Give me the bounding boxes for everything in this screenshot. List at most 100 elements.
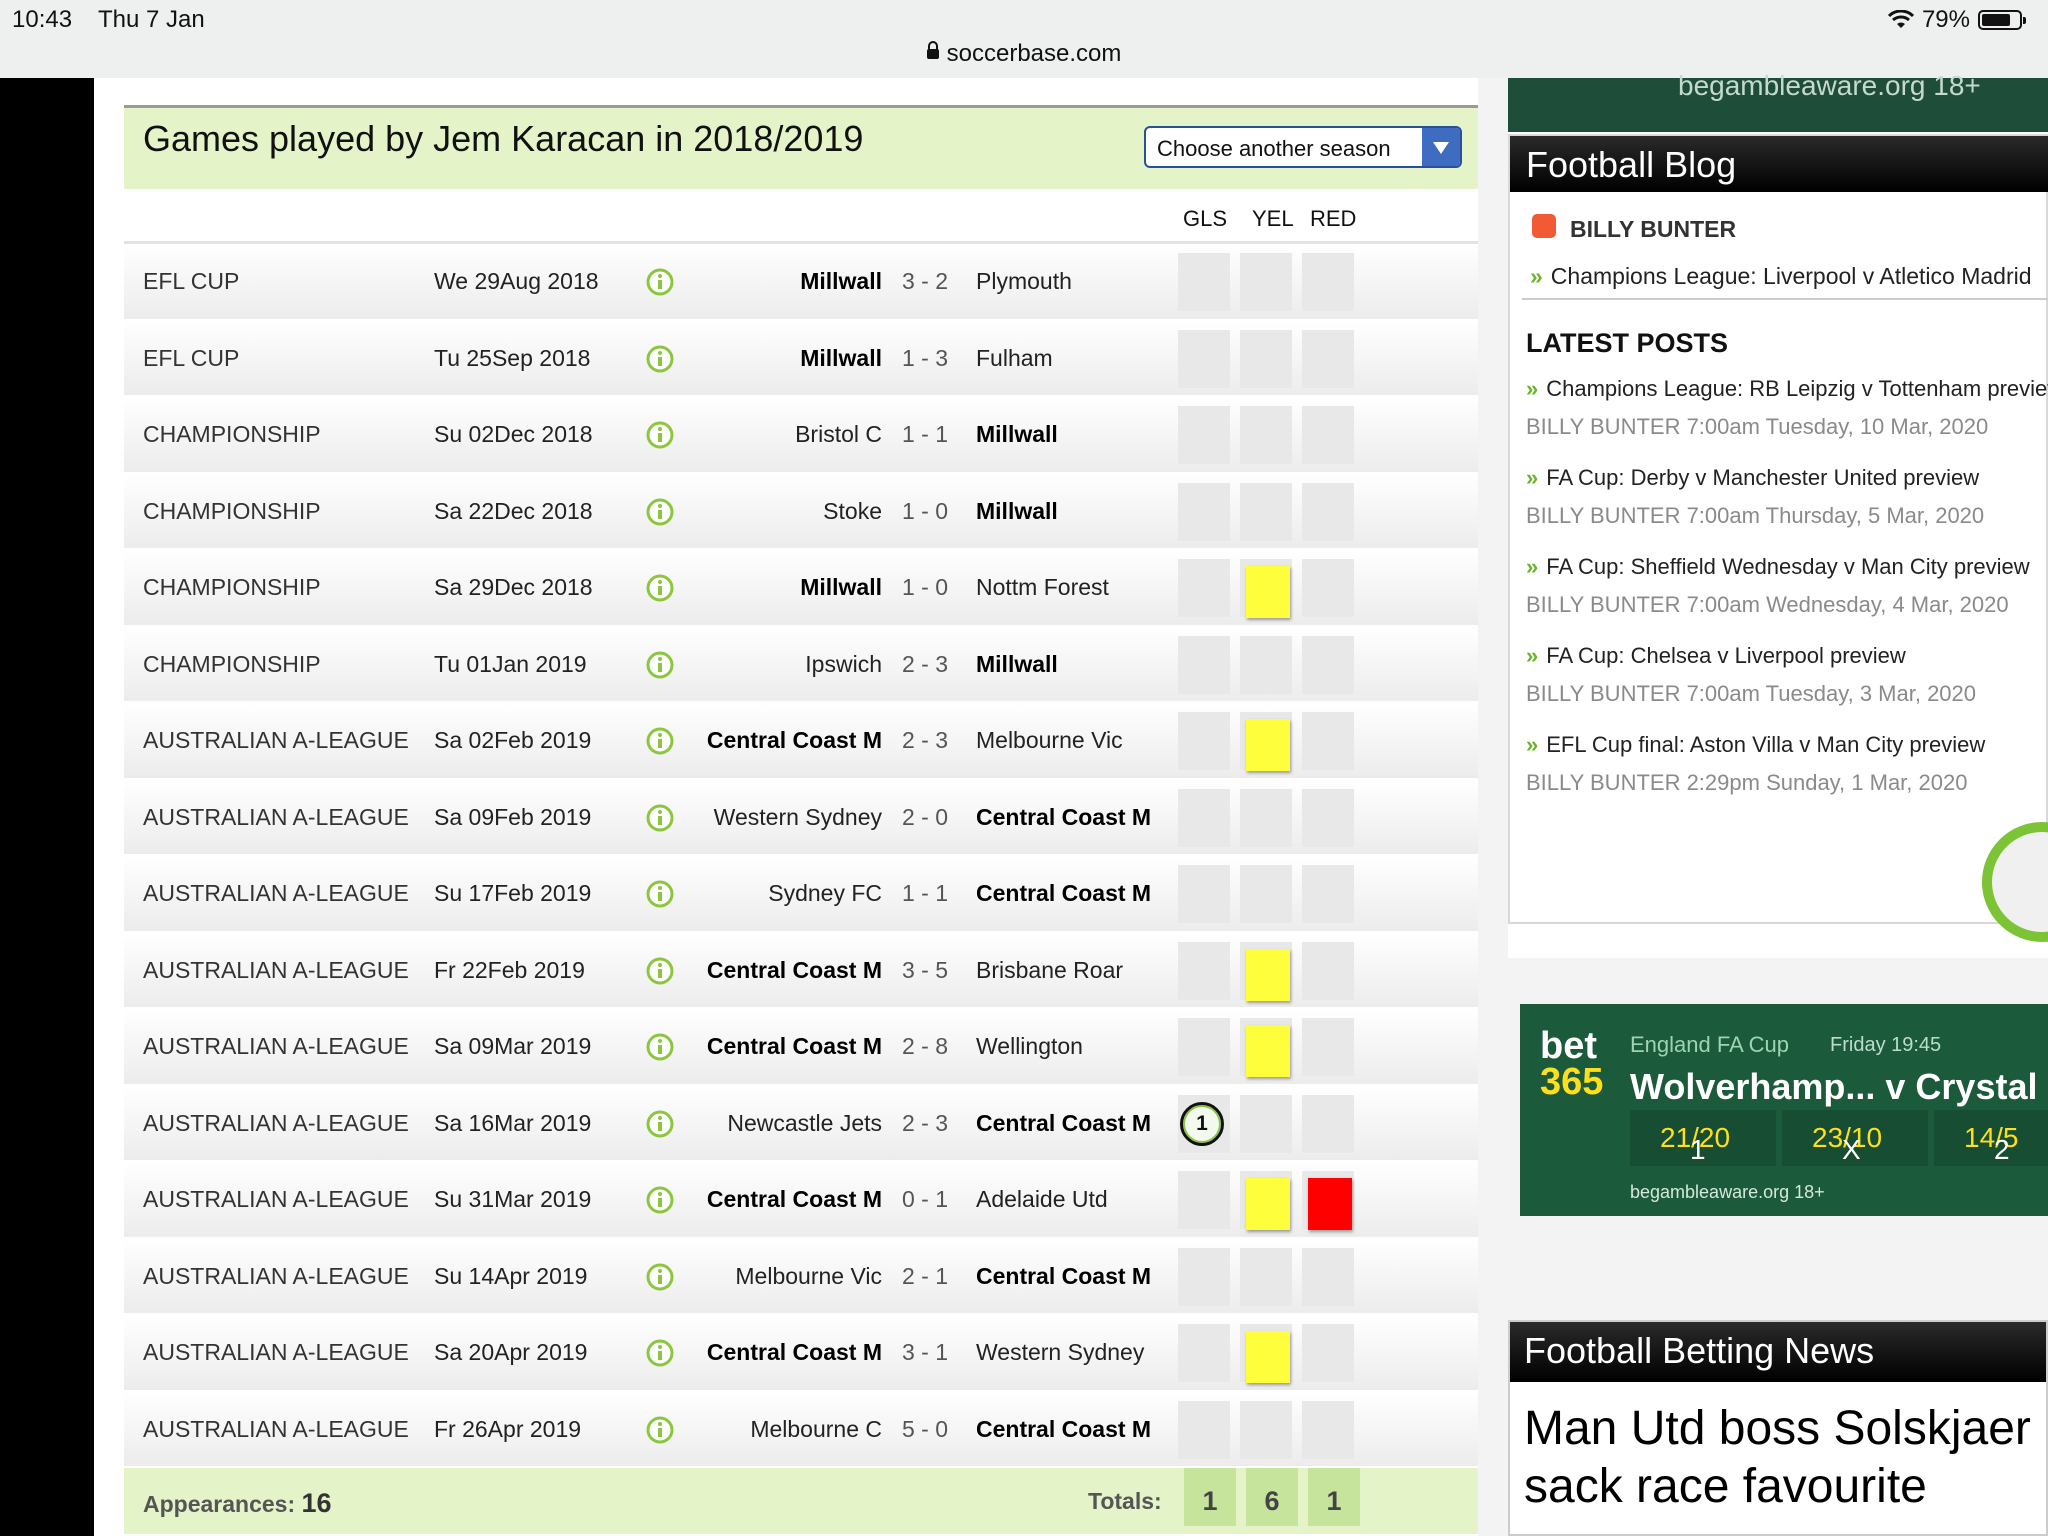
away-team[interactable]: Wellington: [976, 1033, 1083, 1060]
info-icon[interactable]: [645, 879, 675, 909]
total-red: 1: [1308, 1468, 1360, 1526]
table-row: AUSTRALIAN A-LEAGUE Sa 02Feb 2019 Central …: [124, 703, 1478, 780]
score[interactable]: 2 - 1: [902, 1263, 948, 1290]
score[interactable]: 2 - 3: [902, 1110, 948, 1137]
bet365-ad[interactable]: bet 365 England FA Cup Friday 19:45 Wolve…: [1520, 1004, 2048, 1216]
goals-cell: [1178, 1400, 1230, 1459]
info-icon[interactable]: [645, 573, 675, 603]
odds-draw-button[interactable]: X 23/10: [1782, 1110, 1928, 1166]
score[interactable]: 1 - 1: [902, 421, 948, 448]
away-team[interactable]: Plymouth: [976, 268, 1072, 295]
away-team[interactable]: Fulham: [976, 345, 1053, 372]
left-margin: [0, 78, 94, 1536]
home-team[interactable]: Millwall: [800, 574, 882, 601]
away-team[interactable]: Western Sydney: [976, 1339, 1144, 1366]
yellow-card-icon: [1246, 1331, 1290, 1383]
odds-away-button[interactable]: 2 14/5: [1934, 1110, 2048, 1166]
info-icon[interactable]: [645, 1415, 675, 1445]
rss-icon[interactable]: [1532, 214, 1556, 238]
yellow-cell: [1240, 1094, 1292, 1153]
score[interactable]: 3 - 2: [902, 268, 948, 295]
match-date: Sa 29Dec 2018: [434, 574, 593, 600]
home-team[interactable]: Melbourne Vic: [735, 1263, 882, 1290]
info-icon[interactable]: [645, 1109, 675, 1139]
match-date: Su 31Mar 2019: [434, 1186, 592, 1212]
away-team[interactable]: Millwall: [976, 651, 1058, 678]
yellow-cell: [1240, 1247, 1292, 1306]
info-icon[interactable]: [645, 344, 675, 374]
top-ad-banner[interactable]: begambleaware.org 18+: [1508, 70, 2048, 132]
home-team[interactable]: Ipswich: [805, 651, 882, 678]
news-headline-link[interactable]: Man Utd boss Solskjaer sack race favourit…: [1524, 1400, 2031, 1516]
info-icon[interactable]: [645, 1262, 675, 1292]
home-team[interactable]: Central Coast M: [707, 957, 882, 984]
score[interactable]: 1 - 1: [902, 880, 948, 907]
home-team[interactable]: Newcastle Jets: [727, 1110, 882, 1137]
home-team[interactable]: Central Coast M: [707, 1339, 882, 1366]
goals-cell: [1178, 865, 1230, 923]
latest-post-link[interactable]: » FA Cup: Derby v Manchester United previ…: [1526, 465, 1979, 491]
latest-post-link[interactable]: » EFL Cup final: Aston Villa v Man City p…: [1526, 732, 1985, 758]
home-team[interactable]: Bristol C: [795, 421, 882, 448]
home-team[interactable]: Western Sydney: [714, 804, 882, 831]
info-icon[interactable]: [645, 803, 675, 833]
red-cell: [1302, 941, 1354, 1000]
score[interactable]: 1 - 0: [902, 498, 948, 525]
score[interactable]: 2 - 8: [902, 1033, 948, 1060]
info-icon[interactable]: [645, 420, 675, 450]
away-team[interactable]: Millwall: [976, 498, 1058, 525]
score[interactable]: 2 - 3: [902, 651, 948, 678]
info-icon[interactable]: [645, 650, 675, 680]
table-row: CHAMPIONSHIP Sa 22Dec 2018 Stoke 1 - 0 Millw…: [124, 473, 1478, 550]
total-yellow: 6: [1246, 1468, 1298, 1526]
score[interactable]: 0 - 1: [902, 1186, 948, 1213]
competition: EFL CUP: [143, 344, 240, 371]
latest-post-link[interactable]: » Champions League: RB Leipzig v Tottenha…: [1526, 376, 2048, 402]
away-team[interactable]: Brisbane Roar: [976, 957, 1123, 984]
score[interactable]: 1 - 3: [902, 345, 948, 372]
score[interactable]: 1 - 0: [902, 574, 948, 601]
score[interactable]: 3 - 5: [902, 957, 948, 984]
info-icon[interactable]: [645, 267, 675, 297]
away-team[interactable]: Central Coast M: [976, 804, 1151, 831]
info-icon[interactable]: [645, 726, 675, 756]
blog-author[interactable]: BILLY BUNTER: [1570, 216, 1736, 243]
score[interactable]: 3 - 1: [902, 1339, 948, 1366]
score[interactable]: 2 - 3: [902, 727, 948, 754]
score[interactable]: 5 - 0: [902, 1416, 948, 1443]
bet-competition: England FA Cup: [1630, 1032, 1790, 1057]
featured-post-link[interactable]: » Champions League: Liverpool v Atletico …: [1530, 263, 2032, 290]
away-team[interactable]: Central Coast M: [976, 1416, 1151, 1443]
home-team[interactable]: Sydney FC: [768, 880, 882, 907]
away-team[interactable]: Central Coast M: [976, 880, 1151, 907]
season-select[interactable]: Choose another season: [1144, 126, 1462, 168]
chevron-down-icon[interactable]: [1422, 128, 1460, 166]
status-bar: 10:43 Thu 7 Jan soccerbase.com 79%: [0, 0, 2048, 78]
away-team[interactable]: Melbourne Vic: [976, 727, 1123, 754]
info-icon[interactable]: [645, 497, 675, 527]
away-team[interactable]: Central Coast M: [976, 1263, 1151, 1290]
latest-post-link[interactable]: » FA Cup: Chelsea v Liverpool preview: [1526, 643, 1906, 669]
home-team[interactable]: Millwall: [800, 345, 882, 372]
home-team[interactable]: Central Coast M: [707, 1033, 882, 1060]
url-text: soccerbase.com: [946, 40, 1122, 67]
home-team[interactable]: Millwall: [800, 268, 882, 295]
home-team[interactable]: Central Coast M: [707, 727, 882, 754]
home-team[interactable]: Central Coast M: [707, 1186, 882, 1213]
latest-post-link[interactable]: » FA Cup: Sheffield Wednesday v Man City …: [1526, 554, 2030, 580]
home-team[interactable]: Stoke: [823, 498, 882, 525]
away-team[interactable]: Central Coast M: [976, 1110, 1151, 1137]
away-team[interactable]: Millwall: [976, 421, 1058, 448]
home-team[interactable]: Melbourne C: [750, 1416, 882, 1443]
match-date: Sa 02Feb 2019: [434, 727, 592, 753]
score[interactable]: 2 - 0: [902, 804, 948, 831]
address-bar[interactable]: soccerbase.com: [0, 40, 2048, 68]
goals-cell: [1178, 253, 1230, 311]
info-icon[interactable]: [645, 1032, 675, 1062]
away-team[interactable]: Nottm Forest: [976, 574, 1109, 601]
info-icon[interactable]: [645, 1185, 675, 1215]
away-team[interactable]: Adelaide Utd: [976, 1186, 1108, 1213]
odds-home-button[interactable]: 1 21/20: [1630, 1110, 1776, 1166]
info-icon[interactable]: [645, 956, 675, 986]
info-icon[interactable]: [645, 1338, 675, 1368]
